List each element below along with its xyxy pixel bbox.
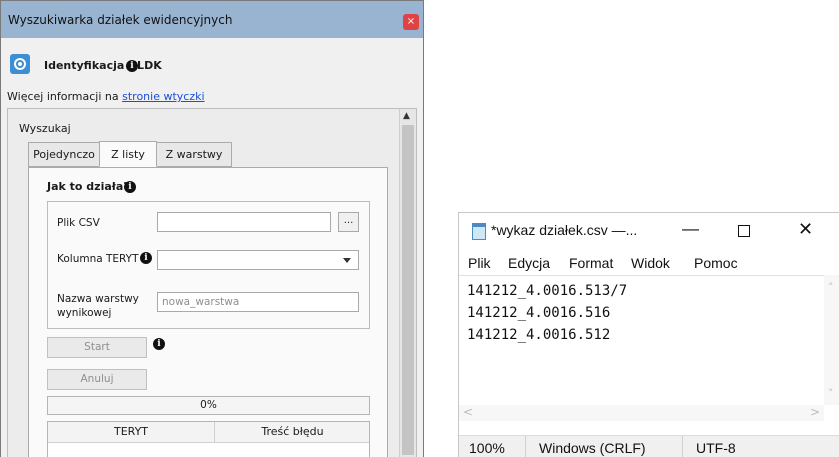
notepad-menu-bar: Plik Edycja Format Widok Pomoc (459, 250, 839, 275)
start-button[interactable]: Start (47, 337, 147, 358)
tab-pojedynczo[interactable]: Pojedynczo (28, 142, 100, 167)
output-layer-label-line2: wynikowej (57, 307, 112, 319)
line-endings: Windows (CRLF) (539, 440, 646, 456)
plugin-title-bar[interactable]: Wyszukiwarka działek ewidencyjnych × (1, 1, 423, 38)
info-icon[interactable]: i (126, 60, 138, 72)
status-divider (525, 436, 526, 457)
close-icon[interactable]: ✕ (798, 219, 813, 240)
encoding: UTF-8 (696, 440, 736, 456)
teryt-column-label: Kolumna TERYT (57, 253, 139, 265)
plugin-window-title: Wyszukiwarka działek ewidencyjnych (8, 13, 233, 27)
output-layer-placeholder: nowa_warstwa (162, 296, 240, 308)
menu-format[interactable]: Format (569, 255, 613, 271)
status-divider (682, 436, 683, 457)
maximize-icon[interactable] (738, 225, 750, 237)
notepad-horizontal-scrollbar[interactable]: < > (459, 405, 824, 421)
cancel-button[interactable]: Anuluj (47, 369, 147, 390)
scroll-up-arrow-icon[interactable]: ▲ (403, 111, 410, 121)
scroll-right-icon[interactable]: > (810, 405, 820, 419)
menu-widok[interactable]: Widok (631, 255, 670, 271)
text-line: 141212_4.0016.513/7 (467, 283, 628, 299)
notepad-status-bar: 100% Windows (CRLF) UTF-8 (459, 435, 839, 457)
browse-button[interactable]: ... (338, 212, 359, 232)
output-layer-input[interactable]: nowa_warstwa (157, 292, 359, 312)
text-line: 141212_4.0016.516 (467, 305, 611, 321)
notepad-vertical-scrollbar[interactable]: ˄ ˅ (824, 275, 839, 405)
more-info-text: Więcej informacji na stronie wtyczki (7, 90, 205, 103)
text-line: 141212_4.0016.512 (467, 327, 611, 343)
howto-info-icon[interactable]: i (124, 181, 136, 193)
menu-edycja[interactable]: Edycja (508, 255, 550, 271)
chevron-down-icon (343, 258, 351, 263)
notepad-window-title: *wykaz działek.csv —... (491, 222, 638, 238)
scrollbar-thumb[interactable] (402, 125, 414, 455)
uldk-logo-icon (10, 54, 30, 74)
search-group-label: Wyszukaj (19, 122, 71, 135)
teryt-info-icon[interactable]: i (140, 252, 152, 264)
howto-label: Jak to działa? (47, 180, 130, 193)
close-icon[interactable]: × (403, 14, 419, 30)
minimize-icon[interactable]: — (682, 219, 699, 239)
zoom-level: 100% (469, 440, 505, 456)
menu-pomoc[interactable]: Pomoc (694, 255, 738, 271)
plugin-header-title: Identyfikacja ULDK (44, 59, 162, 72)
plugin-page-link[interactable]: stronie wtyczki (122, 90, 204, 103)
csv-file-input[interactable] (157, 212, 331, 232)
scroll-left-icon[interactable]: < (463, 405, 473, 419)
notepad-icon (472, 223, 486, 240)
notepad-window: *wykaz działek.csv —... — ✕ Plik Edycja … (458, 212, 839, 457)
errors-table-header: TERYT Treść błędu (48, 422, 369, 443)
output-layer-label-line1: Nazwa warstwy (57, 293, 139, 305)
scroll-down-icon[interactable]: ˅ (828, 387, 834, 400)
tab-z-listy[interactable]: Z listy (99, 141, 157, 167)
progress-bar: 0% (47, 396, 370, 415)
column-header-teryt[interactable]: TERYT (48, 422, 215, 443)
csv-file-label: Plik CSV (57, 217, 100, 229)
column-header-error[interactable]: Treść błędu (215, 422, 370, 443)
notepad-title-bar[interactable]: *wykaz działek.csv —... — ✕ (459, 213, 839, 250)
menu-plik[interactable]: Plik (468, 255, 491, 271)
tab-z-warstwy[interactable]: Z warstwy (156, 142, 232, 167)
teryt-column-select[interactable] (157, 250, 359, 270)
notepad-text-area[interactable]: 141212_4.0016.513/7 141212_4.0016.516 14… (459, 275, 824, 405)
start-info-icon[interactable]: i (153, 338, 165, 350)
vertical-scrollbar[interactable]: ▲ (399, 109, 416, 457)
scroll-up-icon[interactable]: ˄ (828, 281, 834, 294)
more-info-prefix: Więcej informacji na (7, 90, 119, 103)
errors-table: TERYT Treść błędu (47, 421, 370, 457)
